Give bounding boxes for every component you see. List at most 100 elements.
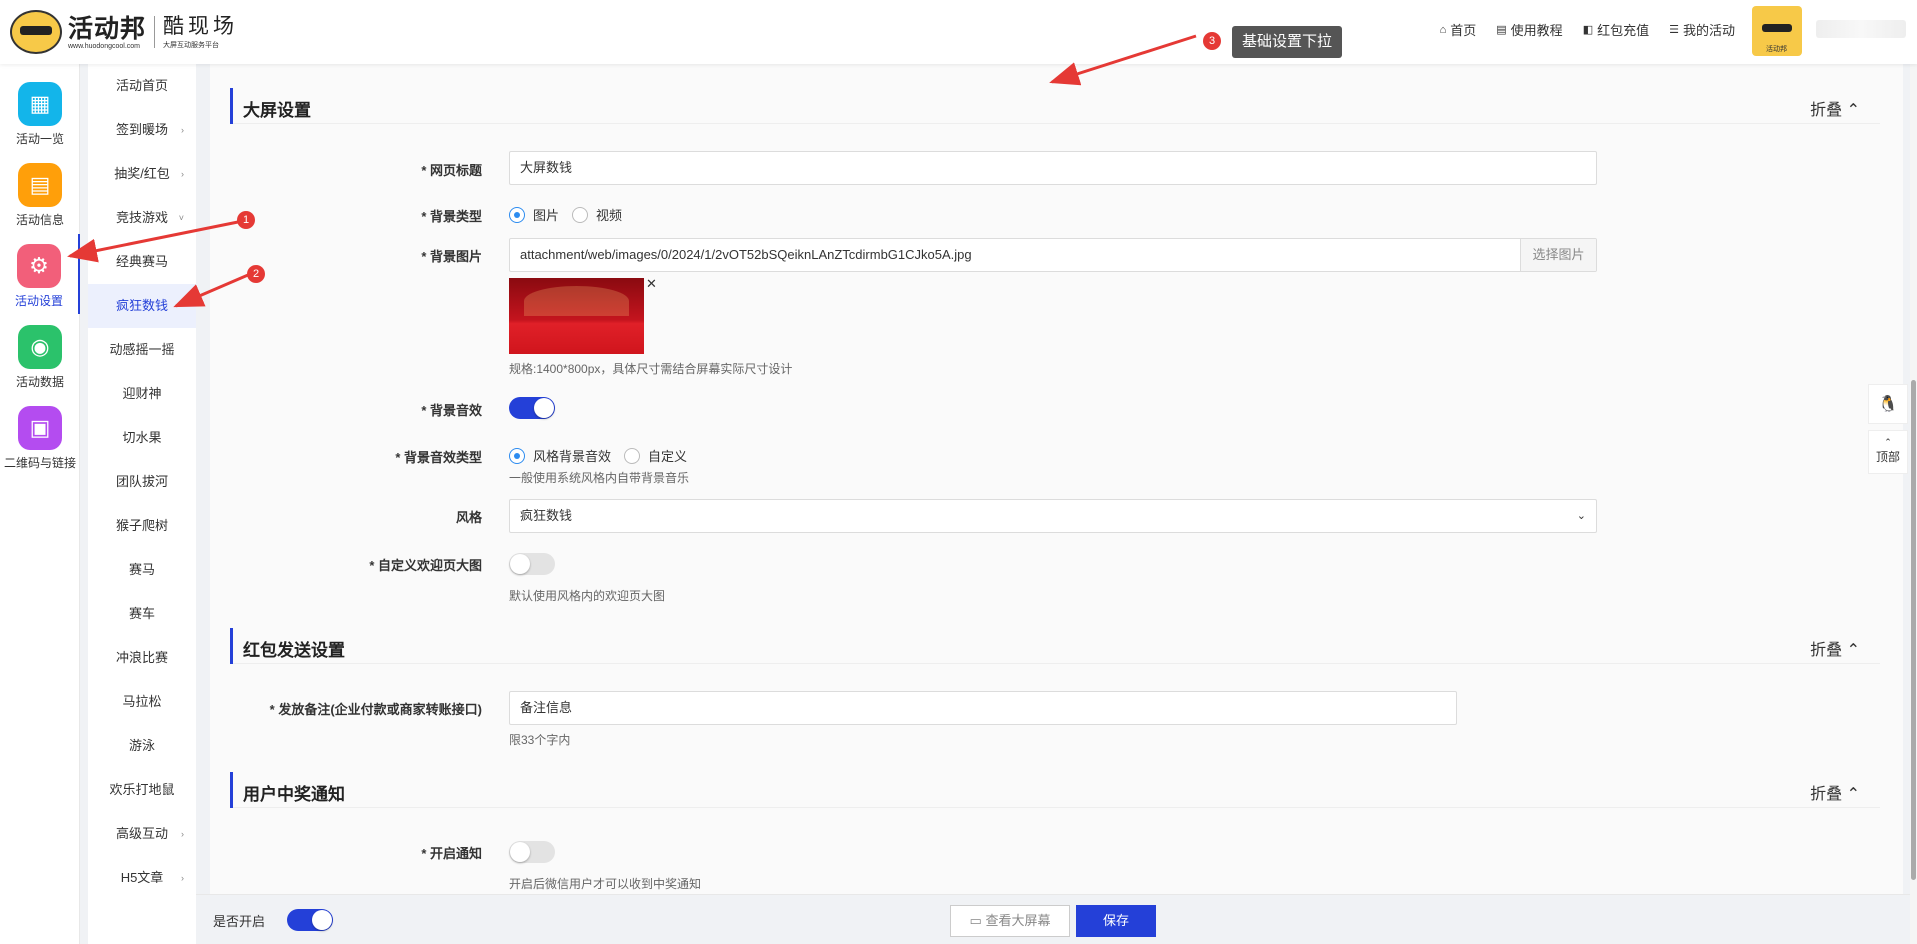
sub-item-label: 切水果 — [122, 430, 162, 445]
welcome-image-label: * 自定义欢迎页大图 — [369, 558, 482, 573]
welcome-image-toggle[interactable] — [509, 553, 555, 575]
logo-mascot-icon — [10, 10, 62, 54]
wallet-icon: ◧ — [1582, 24, 1594, 36]
sub-item-tug-of-war[interactable]: 团队拔河 — [88, 460, 196, 504]
username-blurred[interactable] — [1816, 20, 1906, 38]
sub-sidebar: 活动首页 签到暖场 › 抽奖/红包 › 竞技游戏 ˅ 经典赛马 疯狂数钱 动感摇一摇 … — [88, 64, 196, 944]
top-bar: 活动邦 www.huodongcool.com 酷现场 大屏互动服务平台 ⌂ 首页… — [0, 0, 1917, 64]
bg-sound-label: * 背景音效 — [421, 403, 482, 418]
sidebar-item-activity-info[interactable]: ▤ 活动信息 — [0, 153, 80, 233]
radio-bg-video[interactable]: 视频 — [572, 205, 622, 224]
collapse-button[interactable]: 折叠 ⌃ — [1810, 636, 1860, 660]
sub-item-signin[interactable]: 签到暖场 › — [88, 108, 196, 152]
section-screen-settings: 大屏设置 折叠 ⌃ — [230, 88, 1880, 124]
sidebar-item-label: 活动设置 — [14, 294, 63, 308]
notify-toggle[interactable] — [509, 841, 555, 863]
sidebar-item-activity-settings[interactable]: ⚙ 活动设置 — [0, 234, 80, 314]
grid-icon: ▦ — [18, 82, 62, 126]
chevron-right-icon: › — [181, 125, 184, 135]
sub-item-label: 动感摇一摇 — [109, 342, 175, 357]
bg-sound-type-hint: 一般使用系统风格内自带背景音乐 — [509, 471, 690, 485]
gear-icon: ⚙ — [17, 244, 61, 288]
nav-label: 我的活动 — [1682, 23, 1735, 38]
bg-image-label: * 背景图片 — [421, 249, 482, 264]
database-icon: ◉ — [18, 325, 62, 369]
remark-input[interactable]: 备注信息 — [509, 691, 1457, 725]
bg-sound-type-label: * 背景音效类型 — [395, 450, 482, 465]
sub-item-marathon[interactable]: 马拉松 — [88, 680, 196, 724]
sub-item-shake[interactable]: 动感摇一摇 — [88, 328, 196, 372]
remark-hint: 限33个字内 — [509, 733, 571, 747]
annotation-badge-2: 2 — [247, 265, 265, 283]
radio-label: 自定义 — [648, 449, 688, 464]
avatar-label: 活动邦 — [1766, 46, 1787, 53]
sub-item-label: 游泳 — [128, 738, 155, 753]
sub-item-crazy-money[interactable]: 疯狂数钱 — [88, 284, 196, 328]
qq-support-icon[interactable]: 🐧 — [1868, 384, 1908, 424]
main-sidebar: ▦ 活动一览 ▤ 活动信息 ⚙ 活动设置 ◉ 活动数据 ▣ 二维码与链接 — [0, 64, 80, 944]
scrollbar-thumb[interactable] — [1911, 380, 1916, 880]
sub-item-label: 团队拔河 — [115, 474, 168, 489]
back-to-top-button[interactable]: ⌃ 顶部 — [1868, 430, 1908, 474]
choose-image-button[interactable]: 选择图片 — [1520, 239, 1596, 271]
sub-item-classic-horse[interactable]: 经典赛马 — [88, 240, 196, 284]
close-icon[interactable]: ✕ — [646, 276, 657, 292]
section-accent-bar — [230, 628, 233, 664]
sub-item-label: 活动首页 — [115, 78, 168, 93]
section-accent-bar — [230, 88, 233, 124]
style-select[interactable]: 疯狂数钱 ⌄ — [509, 499, 1597, 533]
bg-image-input[interactable]: attachment/web/images/0/2024/1/2vOT52bSQ… — [509, 238, 1597, 272]
radio-custom-sound[interactable]: 自定义 — [624, 446, 687, 465]
sub-item-car[interactable]: 赛车 — [88, 592, 196, 636]
radio-bg-image[interactable]: 图片 — [509, 205, 559, 224]
sidebar-item-activity-list[interactable]: ▦ 活动一览 — [0, 72, 80, 152]
page-title-input[interactable]: 大屏数钱 — [509, 151, 1597, 185]
sidebar-item-label: 活动信息 — [15, 213, 64, 227]
bg-image-path: attachment/web/images/0/2024/1/2vOT52bSQ… — [520, 247, 972, 262]
sub-item-monkey[interactable]: 猴子爬树 — [88, 504, 196, 548]
sub-item-label: H5文章 — [120, 870, 164, 885]
sub-item-advanced[interactable]: 高级互动 › — [88, 812, 196, 856]
enable-label: 是否开启 — [213, 914, 266, 929]
sidebar-item-activity-data[interactable]: ◉ 活动数据 — [0, 315, 80, 395]
bg-sound-toggle[interactable] — [509, 397, 555, 419]
save-button[interactable]: 保存 — [1076, 905, 1156, 937]
sub-item-swim[interactable]: 游泳 — [88, 724, 196, 768]
nav-tutorial[interactable]: ▤ 使用教程 — [1496, 20, 1562, 39]
sidebar-item-label: 活动一览 — [15, 132, 64, 146]
enable-toggle[interactable] — [287, 909, 333, 931]
sub-item-fortune-god[interactable]: 迎财神 — [88, 372, 196, 416]
radio-label: 风格背景音效 — [533, 449, 612, 464]
notify-hint: 开启后微信用户才可以收到中奖通知 — [509, 877, 702, 891]
button-label: 查看大屏幕 — [985, 913, 1051, 928]
top-nav: ⌂ 首页 ▤ 使用教程 ◧ 红包充值 ☰ 我的活动 — [1440, 20, 1735, 39]
radio-label: 图片 — [533, 208, 560, 223]
collapse-button[interactable]: 折叠 ⌃ — [1810, 96, 1860, 120]
sub-item-lottery[interactable]: 抽奖/红包 › — [88, 152, 196, 196]
radio-dot — [509, 447, 525, 464]
nav-label: 首页 — [1450, 23, 1477, 38]
sub-item-horse[interactable]: 赛马 — [88, 548, 196, 592]
nav-recharge[interactable]: ◧ 红包充值 — [1583, 20, 1649, 39]
sub-item-games[interactable]: 竞技游戏 ˅ — [88, 196, 196, 240]
sub-item-h5[interactable]: H5文章 › — [88, 856, 196, 900]
sub-item-surf[interactable]: 冲浪比赛 — [88, 636, 196, 680]
sidebar-item-qrcode[interactable]: ▣ 二维码与链接 — [0, 396, 80, 476]
section-title: 红包发送设置 — [243, 641, 345, 660]
sub-item-label: 疯狂数钱 — [115, 298, 168, 313]
logo[interactable]: 活动邦 www.huodongcool.com 酷现场 大屏互动服务平台 — [10, 10, 238, 54]
nav-home[interactable]: ⌂ 首页 — [1440, 20, 1477, 39]
chevron-down-icon: ⌄ — [1576, 510, 1586, 522]
nav-my-activities[interactable]: ☰ 我的活动 — [1669, 20, 1735, 39]
section-title: 大屏设置 — [243, 101, 311, 120]
collapse-button[interactable]: 折叠 ⌃ — [1810, 780, 1860, 804]
sub-item-activity-home[interactable]: 活动首页 — [88, 64, 196, 108]
section-accent-bar — [230, 772, 233, 808]
sidebar-item-label: 二维码与链接 — [3, 456, 76, 470]
sub-item-whack-mole[interactable]: 欢乐打地鼠 — [88, 768, 196, 812]
radio-style-sound[interactable]: 风格背景音效 — [509, 446, 611, 465]
arrow-up-icon: ⌃ — [1884, 437, 1892, 447]
preview-screen-button[interactable]: ▭ 查看大屏幕 — [950, 905, 1070, 937]
sub-item-fruit[interactable]: 切水果 — [88, 416, 196, 460]
sub-item-label: 竞技游戏 — [115, 210, 168, 225]
